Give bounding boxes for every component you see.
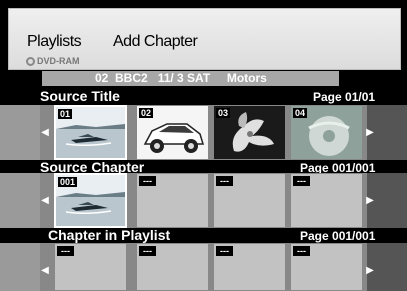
menu-title: Playlists bbox=[27, 33, 82, 50]
tile-number: 01 bbox=[58, 109, 73, 119]
chapter-tile-2[interactable]: --- bbox=[136, 173, 209, 228]
left-gutter bbox=[0, 173, 40, 228]
left-arrow-icon[interactable]: ◀ bbox=[40, 265, 50, 277]
playlist-tile-1[interactable]: --- bbox=[54, 243, 127, 291]
tile-number: --- bbox=[216, 176, 233, 186]
program-info-bar: 02 BBC2 11/ 3 SAT Motors bbox=[42, 71, 339, 86]
right-arrow-icon[interactable]: ▶ bbox=[365, 265, 375, 277]
title-tile-1[interactable]: 01 bbox=[54, 105, 127, 160]
tile-number: 001 bbox=[58, 177, 78, 187]
tile-number: 04 bbox=[293, 108, 308, 118]
chapter-in-playlist-row: ◀ ▶ --- --- --- --- bbox=[0, 243, 407, 291]
left-arrow-icon[interactable]: ◀ bbox=[40, 195, 50, 207]
chapter-tile-3[interactable]: --- bbox=[213, 173, 286, 228]
header-panel: Playlists Add Chapter DVD-RAM bbox=[8, 8, 401, 70]
screen-action-title: Add Chapter bbox=[113, 33, 198, 50]
disc-icon bbox=[26, 57, 35, 66]
playlist-tile-4[interactable]: --- bbox=[290, 243, 363, 291]
tile-number: --- bbox=[216, 246, 233, 256]
tile-number: 02 bbox=[139, 108, 154, 118]
right-arrow-icon[interactable]: ▶ bbox=[365, 127, 375, 139]
playlist-tile-3[interactable]: --- bbox=[213, 243, 286, 291]
left-gutter bbox=[0, 243, 40, 291]
playlist-tile-2[interactable]: --- bbox=[136, 243, 209, 291]
tile-number: --- bbox=[139, 176, 156, 186]
title-tile-3[interactable]: 03 bbox=[213, 105, 286, 160]
chapter-tile-1[interactable]: 001 bbox=[54, 173, 127, 228]
source-title-page: Page 01/01 bbox=[313, 90, 376, 104]
chapter-in-playlist-page: Page 001/001 bbox=[300, 229, 376, 243]
source-title-row: ◀ ▶ 01 02 03 04 bbox=[0, 105, 407, 160]
tile-number: --- bbox=[57, 246, 74, 256]
title-tile-4[interactable]: 04 bbox=[290, 105, 363, 160]
chapter-tile-4[interactable]: --- bbox=[290, 173, 363, 228]
title-tile-2[interactable]: 02 bbox=[136, 105, 209, 160]
chapter-in-playlist-heading: Chapter in Playlist bbox=[48, 227, 171, 243]
tile-number: --- bbox=[293, 176, 310, 186]
left-arrow-icon[interactable]: ◀ bbox=[40, 127, 50, 139]
media-label: DVD-RAM bbox=[37, 56, 80, 66]
left-gutter bbox=[0, 105, 40, 160]
tile-number: 03 bbox=[216, 108, 231, 118]
right-arrow-icon[interactable]: ▶ bbox=[365, 195, 375, 207]
source-chapter-row: ◀ ▶ 001 --- --- --- bbox=[0, 173, 407, 228]
tile-number: --- bbox=[139, 246, 156, 256]
playlist-edit-screen: Playlists Add Chapter DVD-RAM 02 BBC2 11… bbox=[0, 0, 407, 291]
source-title-heading: Source Title bbox=[40, 88, 120, 104]
tile-number: --- bbox=[293, 246, 310, 256]
